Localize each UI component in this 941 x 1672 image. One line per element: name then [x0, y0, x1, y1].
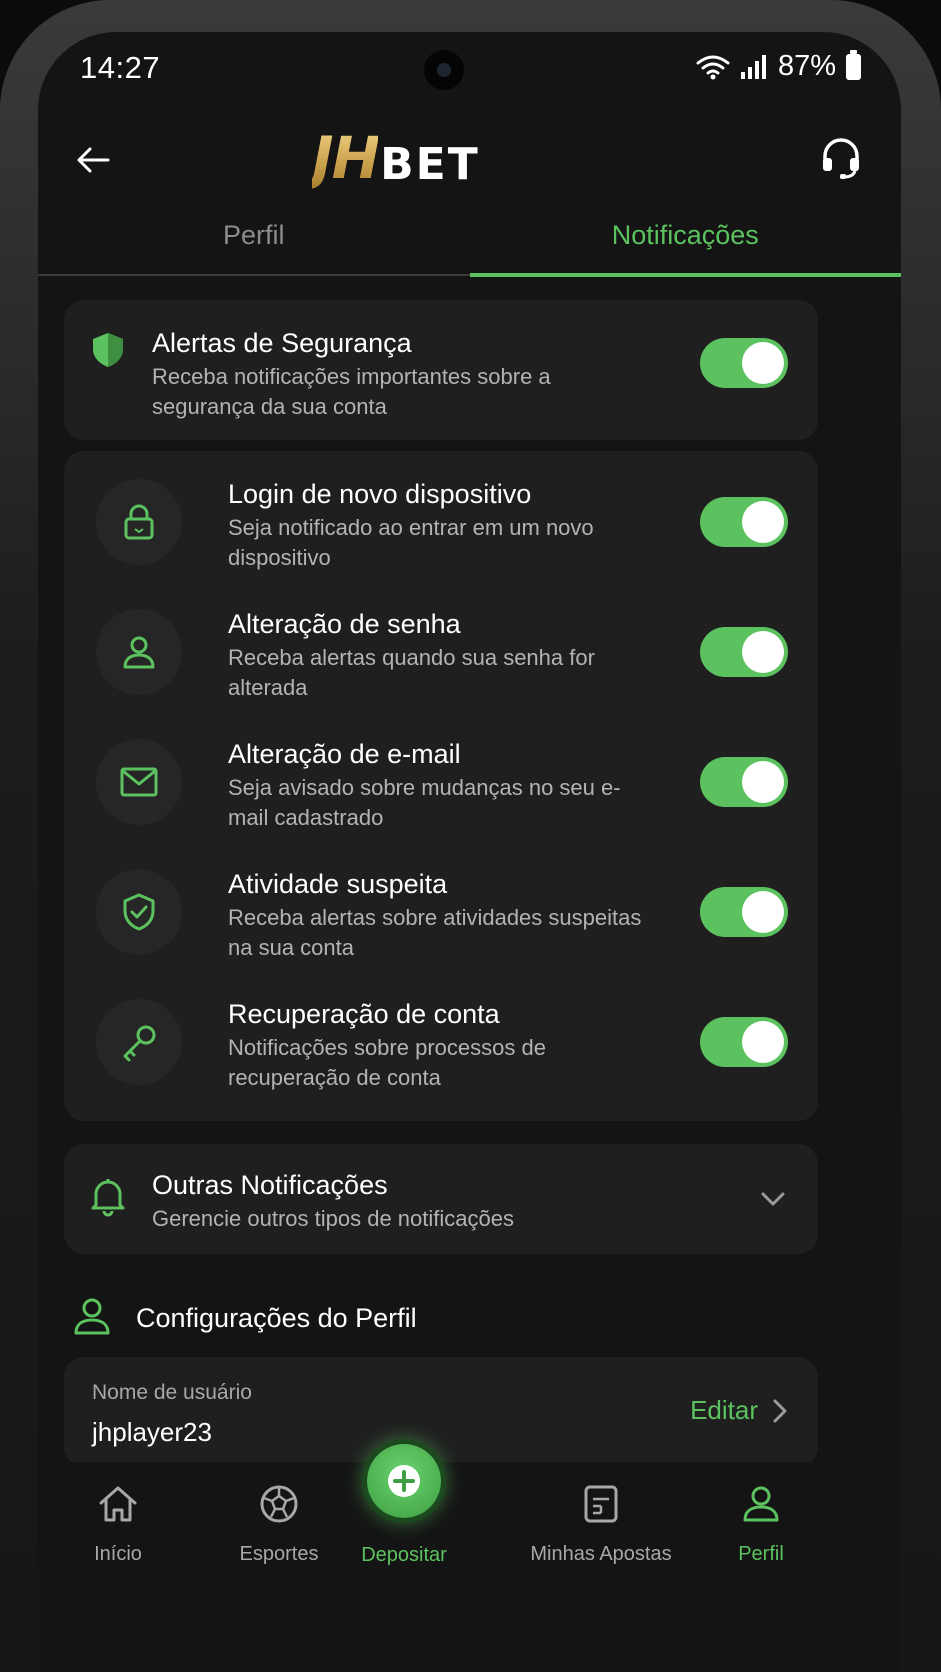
front-camera [424, 50, 464, 90]
nav-label-depositar[interactable]: Depositar [338, 1544, 470, 1567]
home-icon [99, 1486, 137, 1522]
chevron-right-icon [773, 1399, 787, 1422]
battery-icon [846, 49, 861, 80]
password-change-title: Alteração de senha [228, 609, 461, 639]
account-recovery-title: Recuperação de conta [228, 999, 500, 1029]
jhbet-logo: JH BET [312, 124, 480, 192]
app-screen: 14:27 87% JH BET Perfil Notificações Ale… [38, 32, 901, 1672]
mail-icon [120, 767, 158, 797]
security-alerts-title: Alertas de Segurança [152, 328, 412, 358]
nav-label-inicio: Início [94, 1543, 142, 1565]
email-change-title: Alteração de e-mail [228, 739, 461, 769]
nav-item-perfil[interactable]: Perfil [676, 1482, 846, 1566]
password-change-description: Receba alertas quando sua senha for alte… [228, 645, 595, 700]
app-header: JH BET [38, 112, 901, 212]
mail-icon-circle [96, 739, 182, 825]
security-alerts-card: Alertas de Segurança Receba notificações… [64, 300, 818, 440]
edit-username-button[interactable]: Editar [690, 1395, 788, 1426]
suspicious-activity-toggle[interactable] [700, 887, 788, 937]
shield-icon [93, 333, 123, 367]
signal-icon [740, 54, 766, 79]
status-bar: 14:27 87% [38, 32, 901, 102]
new-device-login-title: Login de novo dispositivo [228, 479, 532, 509]
user-icon-circle [96, 609, 182, 695]
bet-slip-icon [584, 1485, 618, 1523]
list-item-password-change: Alteração de senha Receba alertas quando… [64, 581, 818, 711]
tab-perfil[interactable]: Perfil [38, 212, 470, 274]
status-time: 14:27 [80, 50, 161, 85]
plus-icon [388, 1465, 420, 1497]
back-arrow-icon[interactable] [74, 140, 114, 180]
profile-settings-icon [74, 1298, 110, 1335]
list-item-email-change: Alteração de e-mail Seja avisado sobre m… [64, 711, 818, 841]
password-change-toggle[interactable] [700, 627, 788, 677]
deposit-button[interactable] [367, 1444, 441, 1518]
other-notifications-title: Outras Notificações [152, 1170, 388, 1200]
username-card: Nome de usuário jhplayer23 Editar [64, 1357, 818, 1467]
phone-frame: 14:27 87% JH BET Perfil Notificações Ale… [0, 0, 941, 1672]
tab-bar: Perfil Notificações [38, 212, 902, 277]
status-icons: 87% [696, 49, 861, 83]
nav-item-minhas-apostas[interactable]: Minhas Apostas [516, 1482, 686, 1566]
bottom-navigation: Início Esportes Depositar Minhas Apostas [38, 1444, 901, 1672]
key-icon-circle [96, 999, 182, 1085]
nav-label-minhas-apostas: Minhas Apostas [530, 1543, 672, 1565]
new-device-login-description: Seja notificado ao entrar em um novo dis… [228, 515, 594, 570]
security-alerts-description: Receba notificações importantes sobre a … [152, 364, 551, 419]
email-change-description: Seja avisado sobre mudanças no seu e-mai… [228, 775, 621, 830]
battery-percent: 87% [777, 50, 836, 82]
headset-support-icon[interactable] [819, 136, 863, 180]
username-value: jhplayer23 [92, 1417, 212, 1447]
email-change-toggle[interactable] [700, 757, 788, 807]
nav-label-perfil: Perfil [738, 1543, 784, 1565]
other-notifications-description: Gerencie outros tipos de notificações [152, 1206, 514, 1231]
chevron-down-icon[interactable] [758, 1184, 788, 1214]
tab-notificacoes[interactable]: Notificações [469, 212, 902, 277]
lock-icon [124, 504, 154, 540]
profile-settings-title: Configurações do Perfil [136, 1303, 417, 1333]
other-notifications-card[interactable]: Outras Notificações Gerencie outros tipo… [64, 1144, 818, 1254]
list-item-account-recovery: Recuperação de conta Notificações sobre … [64, 971, 818, 1101]
account-recovery-description: Notificações sobre processos de recupera… [228, 1035, 546, 1090]
security-items-card: Login de novo dispositivo Seja notificad… [64, 451, 818, 1121]
key-icon [123, 1025, 156, 1062]
suspicious-activity-description: Receba alertas sobre atividades suspeita… [228, 905, 642, 960]
list-item-new-device-login: Login de novo dispositivo Seja notificad… [64, 451, 818, 581]
bell-icon [91, 1179, 125, 1217]
username-label: Nome de usuário [92, 1381, 252, 1404]
list-item-suspicious-activity: Atividade suspeita Receba alertas sobre … [64, 841, 818, 971]
profile-icon [743, 1486, 779, 1522]
account-recovery-toggle[interactable] [700, 1017, 788, 1067]
shield-check-icon-circle [96, 869, 182, 955]
suspicious-activity-title: Atividade suspeita [228, 869, 448, 899]
nav-item-inicio[interactable]: Início [38, 1482, 203, 1566]
wifi-icon [696, 55, 730, 79]
edit-label: Editar [690, 1395, 758, 1425]
logo-bet: BET [380, 139, 480, 190]
lock-icon-circle [96, 479, 182, 565]
new-device-login-toggle[interactable] [700, 497, 788, 547]
user-icon [123, 636, 155, 669]
soccer-ball-icon [260, 1485, 298, 1523]
security-alerts-toggle[interactable] [700, 338, 788, 388]
shield-check-icon [123, 893, 155, 931]
logo-jh: JH [312, 124, 380, 192]
